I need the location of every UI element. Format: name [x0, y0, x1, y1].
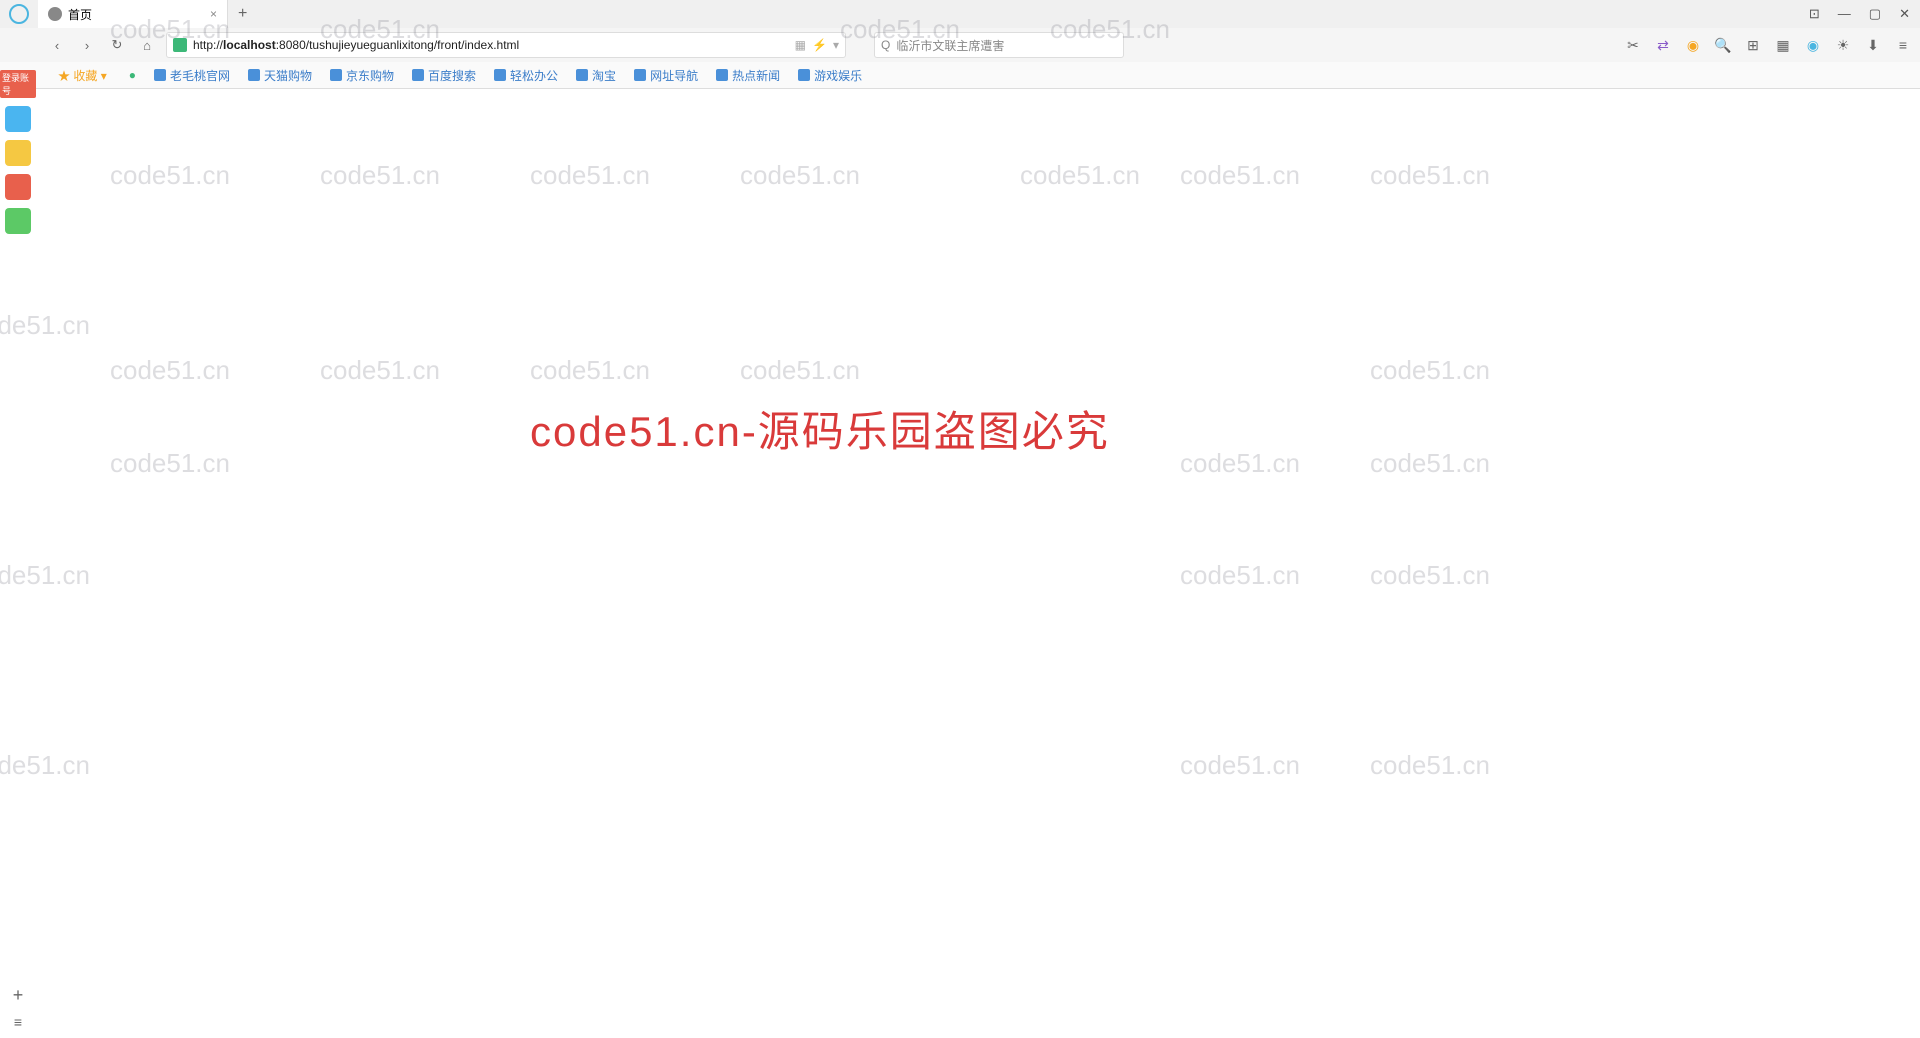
bookmark-item[interactable]: 热点新闻 — [716, 67, 780, 84]
dock-mail-icon[interactable] — [5, 208, 31, 234]
bookmark-bar: ★ 收藏 ▾ ● 老毛桃官网 天猫购物 京东购物 百度搜索 轻松办公 淘宝 网址… — [0, 62, 1920, 88]
browser-logo-icon — [9, 4, 29, 24]
tab-favicon-icon — [48, 7, 62, 21]
scissors-icon[interactable]: ✂ — [1624, 36, 1642, 54]
tab-title: 首页 — [68, 6, 92, 23]
search-placeholder: 临沂市文联主席遭害 — [896, 37, 1004, 54]
globe-icon[interactable]: ◉ — [1804, 36, 1822, 54]
bm-sep-icon: ● — [129, 68, 136, 82]
window-maximize-icon[interactable]: ▢ — [1869, 6, 1881, 22]
nav-back-icon[interactable]: ‹ — [46, 34, 68, 56]
browser-chrome: 首页 × + ⊡ — ▢ ✕ ‹ › ↻ ⌂ http://localhost:… — [0, 0, 1920, 89]
bookmark-item[interactable]: 网址导航 — [634, 67, 698, 84]
browser-tab-active[interactable]: 首页 × — [38, 0, 228, 28]
dock-weibo-icon[interactable] — [5, 174, 31, 200]
bm-icon — [494, 69, 506, 81]
search-icon: Q — [881, 38, 890, 52]
address-row: ‹ › ↻ ⌂ http://localhost:8080/tushujieyu… — [0, 28, 1920, 62]
dock-app-icon[interactable] — [5, 140, 31, 166]
shield-ext-icon[interactable]: ◉ — [1684, 36, 1702, 54]
dock-bottom: + ≡ — [0, 985, 36, 1038]
window-pin-icon[interactable]: ⊡ — [1809, 6, 1820, 22]
translate-icon[interactable]: ⇄ — [1654, 36, 1672, 54]
toolbar-extensions: ✂ ⇄ ◉ 🔍 ⊞ ▦ ◉ ☀ ⬇ ≡ — [1624, 36, 1912, 54]
favorites-star-icon[interactable]: ★ 收藏 ▾ — [58, 67, 107, 84]
address-bar[interactable]: http://localhost:8080/tushujieyueguanlix… — [166, 32, 846, 58]
flash-icon[interactable]: ⚡ — [812, 38, 827, 52]
bm-icon — [248, 69, 260, 81]
window-close-icon[interactable]: ✕ — [1899, 6, 1910, 22]
grid-icon[interactable]: ▦ — [1774, 36, 1792, 54]
dropdown-icon[interactable]: ▾ — [833, 38, 839, 52]
nav-reload-icon[interactable]: ↻ — [106, 34, 128, 56]
qr-icon[interactable]: ▦ — [795, 38, 806, 52]
bm-icon — [576, 69, 588, 81]
dock-add-icon[interactable]: + — [13, 985, 24, 1006]
bookmark-item[interactable]: 淘宝 — [576, 67, 616, 84]
nav-home-icon[interactable]: ⌂ — [136, 34, 158, 56]
bookmark-item[interactable]: 游戏娱乐 — [798, 67, 862, 84]
dock-app-icon[interactable] — [5, 106, 31, 132]
tab-bar: 首页 × + ⊡ — ▢ ✕ — [0, 0, 1920, 28]
nav-forward-icon[interactable]: › — [76, 34, 98, 56]
tab-close-icon[interactable]: × — [210, 7, 217, 21]
bookmark-item[interactable]: 轻松办公 — [494, 67, 558, 84]
window-controls: ⊡ — ▢ ✕ — [1809, 6, 1920, 22]
magnify-icon[interactable]: 🔍 — [1714, 36, 1732, 54]
new-tab-button[interactable]: + — [228, 5, 257, 23]
bm-icon — [716, 69, 728, 81]
bookmark-item[interactable]: 老毛桃官网 — [154, 67, 230, 84]
security-shield-icon — [173, 38, 187, 52]
bm-icon — [412, 69, 424, 81]
bookmark-item[interactable]: 京东购物 — [330, 67, 394, 84]
url-display: http://localhost:8080/tushujieyueguanlix… — [193, 38, 519, 52]
dock-list-icon[interactable]: ≡ — [14, 1014, 22, 1030]
bm-icon — [634, 69, 646, 81]
bm-icon — [154, 69, 166, 81]
site-header: 图书管理系统 首页 公告 留言板 图书 个人中心 — [38, 88, 1920, 89]
download-icon[interactable]: ⬇ — [1864, 36, 1882, 54]
bookmark-item[interactable]: 天猫购物 — [248, 67, 312, 84]
bm-icon — [330, 69, 342, 81]
browser-side-dock: 登录账号 — [0, 62, 36, 234]
browser-search-box[interactable]: Q 临沂市文联主席遭害 — [874, 32, 1124, 58]
watermark-overlay: code51.cn code51.cn code51.cn code51.cn … — [0, 0, 1920, 1038]
bookmark-item[interactable]: 百度搜索 — [412, 67, 476, 84]
menu-icon[interactable]: ≡ — [1894, 36, 1912, 54]
login-badge[interactable]: 登录账号 — [0, 70, 36, 98]
page-content: 图书管理系统 首页 公告 留言板 图书 个人中心 1公告名称14 2公告名称13… — [38, 88, 1920, 89]
sun-icon[interactable]: ☀ — [1834, 36, 1852, 54]
window-minimize-icon[interactable]: — — [1838, 6, 1851, 22]
puzzle-icon[interactable]: ⊞ — [1744, 36, 1762, 54]
bm-icon — [798, 69, 810, 81]
